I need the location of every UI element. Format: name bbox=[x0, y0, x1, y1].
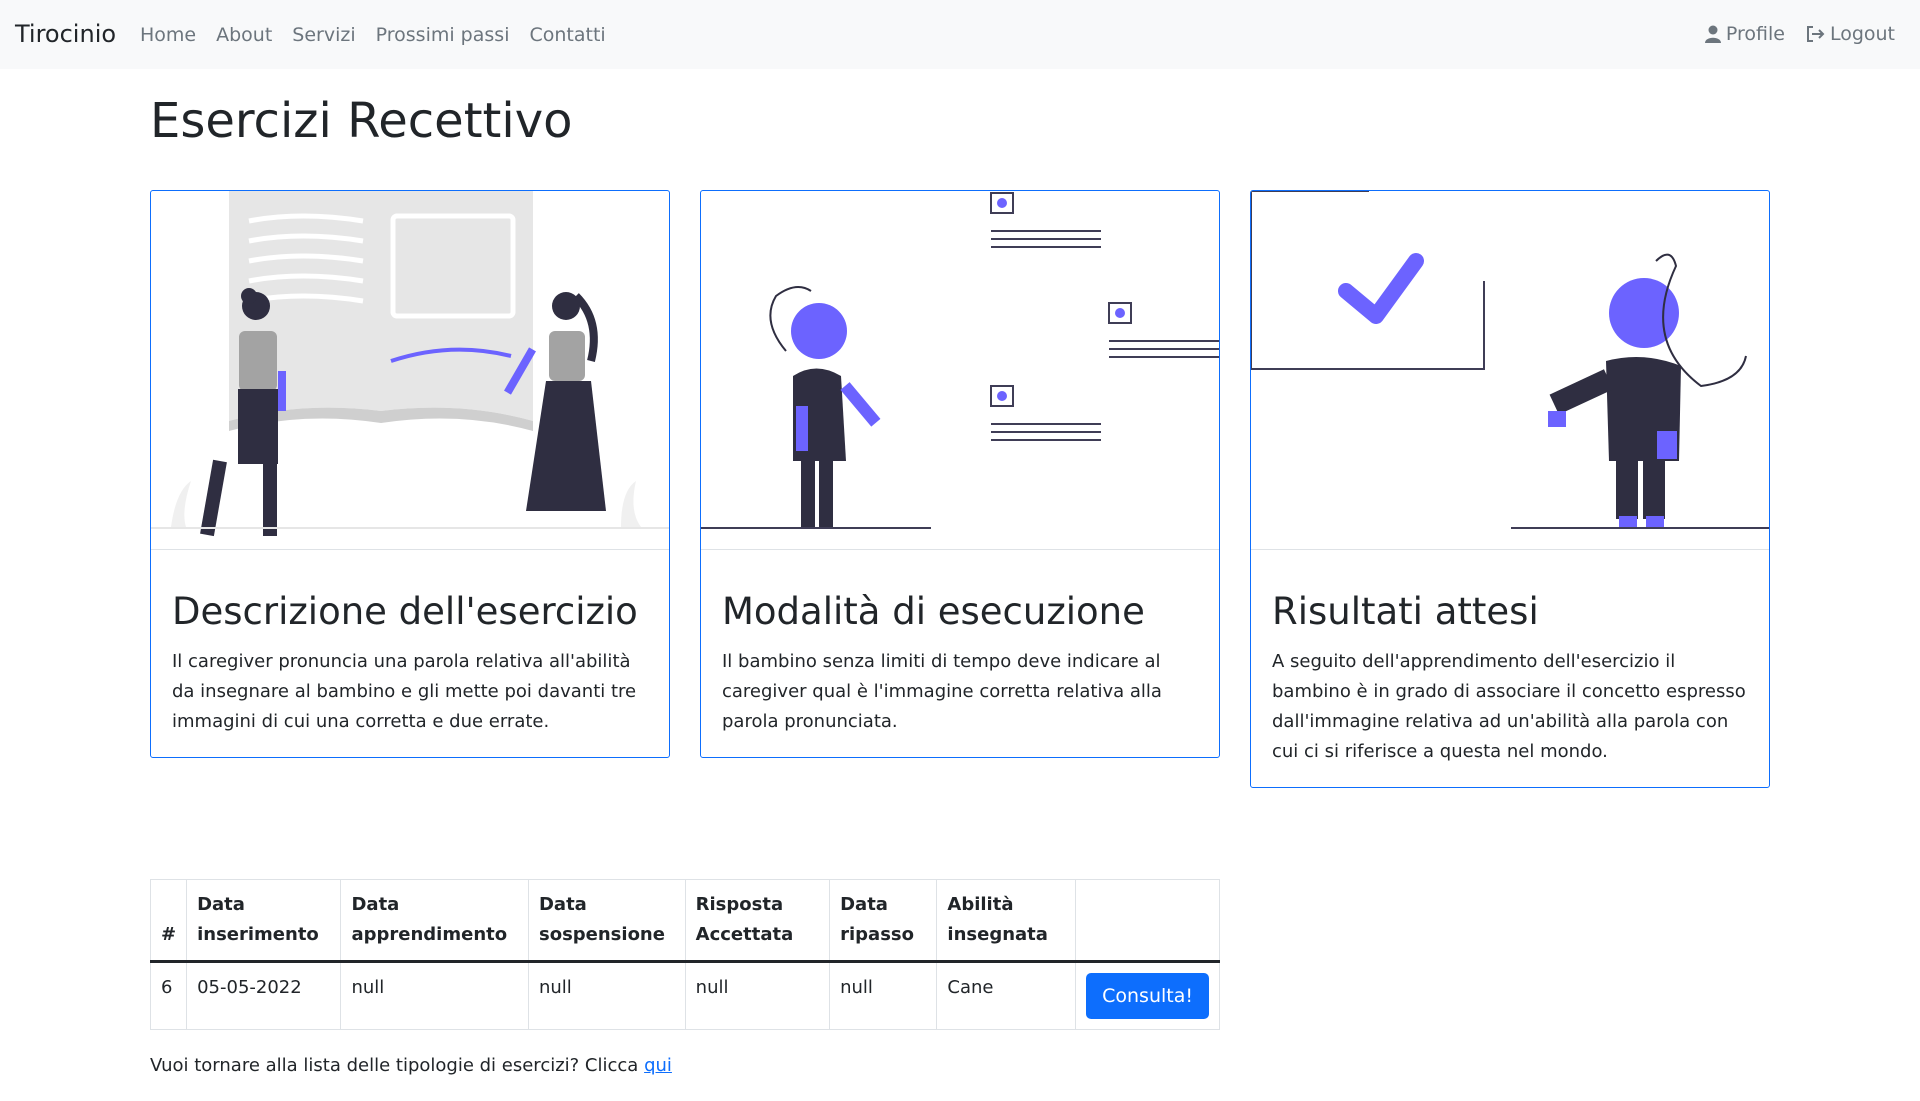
cell-data-sospensione: null bbox=[527, 961, 686, 1030]
table-row: 6 05-05-2022 null null null null Cane Co… bbox=[149, 961, 1220, 1030]
cell-action: Consulta! bbox=[1075, 961, 1220, 1030]
back-to-list-text: Vuoi tornare alla lista delle tipologie … bbox=[150, 1055, 672, 1076]
nav-link-servizi[interactable]: Servizi bbox=[292, 24, 355, 46]
column-header bbox=[1075, 879, 1220, 963]
nav-link-contatti[interactable]: Contatti bbox=[529, 24, 605, 46]
exercises-table: # Data inserimento Data apprendimento Da… bbox=[149, 879, 1220, 1030]
card-body: Modalità di esecuzione Il bambino senza … bbox=[701, 550, 1219, 757]
column-header: Abilità insegnata bbox=[936, 879, 1077, 963]
checkmark-illustration bbox=[1251, 191, 1769, 529]
navbar: Tirocinio Home About Servizi Prossimi pa… bbox=[0, 0, 1920, 69]
choosing-image-illustration bbox=[701, 192, 1219, 529]
column-header: Data inserimento bbox=[186, 879, 342, 963]
card-illustration-reading bbox=[151, 191, 669, 550]
logout-link[interactable]: Logout bbox=[1805, 23, 1895, 45]
card-title: Modalità di esecuzione bbox=[722, 590, 1145, 633]
reading-book-illustration bbox=[151, 191, 669, 537]
card-text: A seguito dell'apprendimento dell'eserci… bbox=[1272, 651, 1746, 762]
card-text: Il bambino senza limiti di tempo deve in… bbox=[722, 651, 1162, 732]
user-icon bbox=[1704, 25, 1721, 43]
nav-links: Home About Servizi Prossimi passi Contat… bbox=[140, 24, 606, 46]
card-illustration-check bbox=[1251, 191, 1769, 550]
profile-link[interactable]: Profile bbox=[1704, 23, 1785, 45]
card-descrizione: Descrizione dell'esercizio Il caregiver … bbox=[150, 190, 670, 758]
column-header: # bbox=[149, 879, 188, 963]
back-to-list-label: Vuoi tornare alla lista delle tipologie … bbox=[150, 1055, 639, 1076]
nav-link-about[interactable]: About bbox=[216, 24, 272, 46]
nav-link-prossimi-passi[interactable]: Prossimi passi bbox=[376, 24, 510, 46]
card-risultati: Risultati attesi A seguito dell'apprendi… bbox=[1250, 190, 1770, 788]
card-body: Risultati attesi A seguito dell'apprendi… bbox=[1251, 550, 1769, 787]
nav-right: Profile Logout bbox=[1704, 23, 1895, 45]
navbar-brand[interactable]: Tirocinio bbox=[15, 20, 116, 48]
back-to-list-link[interactable]: qui bbox=[644, 1055, 672, 1076]
column-header: Risposta Accettata bbox=[684, 879, 831, 963]
column-header: Data sospensione bbox=[527, 879, 686, 963]
cell-risposta-accettata: null bbox=[684, 961, 831, 1030]
card-modalita: Modalità di esecuzione Il bambino senza … bbox=[700, 190, 1220, 758]
cell-data-ripasso: null bbox=[829, 961, 938, 1030]
card-title: Risultati attesi bbox=[1272, 590, 1539, 633]
logout-icon bbox=[1806, 26, 1825, 42]
cell-data-apprendimento: null bbox=[340, 961, 529, 1030]
cell-id: 6 bbox=[149, 961, 188, 1030]
cell-data-inserimento: 05-05-2022 bbox=[186, 961, 342, 1030]
card-illustration-choice bbox=[701, 191, 1219, 550]
table-header-row: # Data inserimento Data apprendimento Da… bbox=[149, 879, 1220, 963]
consulta-button[interactable]: Consulta! bbox=[1086, 973, 1209, 1019]
page-title: Esercizi Recettivo bbox=[150, 93, 573, 149]
column-header: Data ripasso bbox=[829, 879, 938, 963]
card-title: Descrizione dell'esercizio bbox=[172, 590, 638, 633]
cell-abilita-insegnata: Cane bbox=[936, 961, 1077, 1030]
nav-link-home[interactable]: Home bbox=[140, 24, 196, 46]
card-body: Descrizione dell'esercizio Il caregiver … bbox=[151, 550, 669, 757]
logout-label: Logout bbox=[1829, 23, 1895, 45]
column-header: Data apprendimento bbox=[340, 879, 529, 963]
profile-label: Profile bbox=[1725, 23, 1785, 45]
card-text: Il caregiver pronuncia una parola relati… bbox=[172, 651, 637, 732]
